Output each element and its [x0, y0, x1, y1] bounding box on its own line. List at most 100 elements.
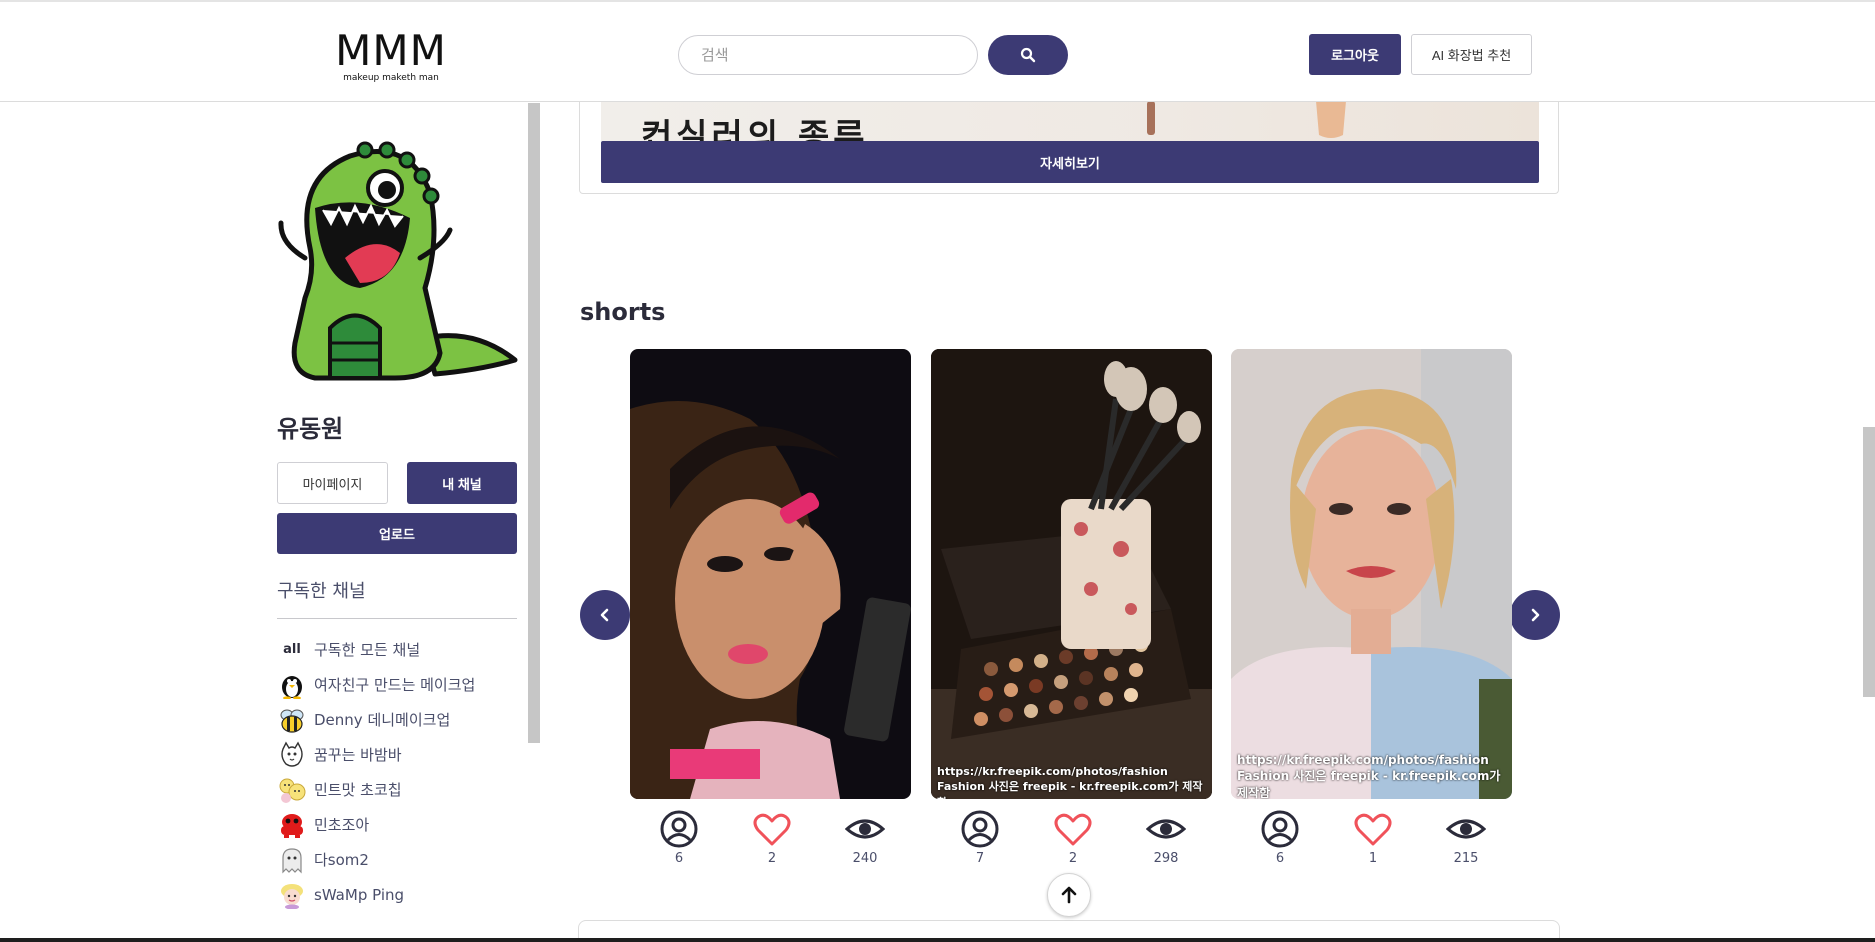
logo-text: MMM	[335, 26, 447, 75]
short-stats: 7 2 298	[931, 809, 1212, 869]
banner-title: 컨실러의 종류	[641, 117, 869, 141]
heart-icon[interactable]	[1053, 809, 1093, 849]
brush-decoration-icon	[1147, 101, 1155, 135]
carousel-next-button[interactable]	[1510, 590, 1560, 640]
channel-label: 민트맛 초코칩	[314, 781, 402, 799]
banner-card: 컨실러의 종류 자세히보기	[579, 101, 1559, 194]
photo-credit: https://kr.freepik.com/photos/fashion Fa…	[937, 765, 1212, 799]
like-stat[interactable]: 2	[742, 809, 802, 866]
credit-text: https://kr.freepik.com/photos/fashion Fa…	[937, 765, 1203, 799]
short-stats: 6 1 215	[1231, 809, 1512, 869]
scroll-to-top-button[interactable]	[1047, 873, 1091, 917]
view-count: 215	[1453, 851, 1479, 866]
channel-item[interactable]: 다som2	[277, 842, 527, 877]
dinosaur-mascot-avatar	[278, 141, 518, 381]
channel-label: 여자친구 만드는 메이크업	[314, 676, 476, 694]
like-count: 1	[1368, 851, 1378, 866]
my-channel-button[interactable]: 내 채널	[407, 462, 517, 504]
credit-text: https://kr.freepik.com/photos/fashion Fa…	[1237, 753, 1501, 799]
channel-item[interactable]: Denny 데니메이크업	[277, 702, 527, 737]
logout-button[interactable]: 로그아웃	[1309, 34, 1401, 75]
user-circle-icon	[1261, 810, 1299, 848]
arrow-up-icon	[1061, 886, 1077, 904]
page-scrollbar[interactable]	[1863, 427, 1875, 697]
logo[interactable]: MMM makeup maketh man	[334, 30, 448, 86]
carousel-prev-button[interactable]	[580, 590, 630, 640]
view-count: 240	[852, 851, 878, 866]
eye-icon	[845, 819, 885, 839]
short-thumbnail[interactable]: https://kr.freepik.com/photos/fashion Fa…	[931, 349, 1212, 799]
channel-label: 꿈꾸는 바밤바	[314, 746, 402, 764]
yellow-character-avatar-icon	[277, 775, 307, 805]
subscriber-stat: 6	[1250, 809, 1310, 866]
bee-avatar-icon	[277, 705, 307, 735]
channel-label: sWaMp Ping	[314, 885, 405, 904]
view-stat: 215	[1436, 809, 1496, 866]
short-card[interactable]: 6 2 240	[630, 349, 911, 866]
search-button[interactable]	[988, 35, 1068, 75]
chevron-right-icon	[1531, 608, 1540, 622]
upload-button[interactable]: 업로드	[277, 513, 517, 554]
channel-label: 구독한 모든 채널	[314, 641, 421, 659]
cat-doodle-avatar-icon	[277, 740, 307, 770]
subscriber-stat: 6	[649, 809, 709, 866]
channel-item[interactable]: 민초조아	[277, 807, 527, 842]
like-count: 2	[767, 851, 777, 866]
view-details-button[interactable]: 자세히보기	[601, 141, 1539, 183]
short-card[interactable]: https://kr.freepik.com/photos/fashion Fa…	[1231, 349, 1512, 866]
sidebar-scrollbar[interactable]	[528, 103, 540, 743]
banner-image: 컨실러의 종류	[601, 101, 1539, 141]
short-thumbnail[interactable]: https://kr.freepik.com/photos/fashion Fa…	[1231, 349, 1512, 799]
eye-icon	[1446, 819, 1486, 839]
short-card[interactable]: https://kr.freepik.com/photos/fashion Fa…	[931, 349, 1212, 866]
channel-item[interactable]: 민트맛 초코칩	[277, 772, 527, 807]
subscriber-count: 6	[1275, 851, 1285, 866]
blonde-character-avatar-icon	[277, 880, 307, 910]
mypage-button[interactable]: 마이페이지	[277, 462, 388, 504]
logo-tagline: makeup maketh man	[343, 73, 439, 83]
all-icon: all	[283, 642, 301, 657]
user-circle-icon	[961, 810, 999, 848]
short-thumbnail[interactable]	[630, 349, 911, 799]
short-stats: 6 2 240	[630, 809, 911, 869]
red-character-avatar-icon	[277, 810, 307, 840]
ai-makeup-recommend-button[interactable]: AI 화장법 추천	[1411, 34, 1532, 75]
search-input[interactable]	[678, 35, 978, 75]
channel-label: Denny 데니메이크업	[314, 711, 451, 729]
subscriber-count: 7	[975, 851, 985, 866]
like-stat[interactable]: 1	[1343, 809, 1403, 866]
sidebar: 유동원 마이페이지 내 채널 업로드 구독한 채널 all 구독한 모든 채널 …	[270, 103, 540, 942]
user-circle-icon	[660, 810, 698, 848]
photo-credit: https://kr.freepik.com/photos/fashion Fa…	[1237, 753, 1512, 799]
search-icon	[1020, 47, 1036, 63]
view-stat: 298	[1136, 809, 1196, 866]
like-count: 2	[1068, 851, 1078, 866]
penguin-avatar-icon	[277, 670, 307, 700]
subscriber-stat: 7	[950, 809, 1010, 866]
bottle-decoration-icon	[1316, 101, 1346, 138]
subscribed-channels-title: 구독한 채널	[277, 581, 366, 602]
subscriber-count: 6	[674, 851, 684, 866]
channel-item[interactable]: 여자친구 만드는 메이크업	[277, 667, 527, 702]
taskbar-strip	[0, 938, 1875, 942]
like-stat[interactable]: 2	[1043, 809, 1103, 866]
main-content: 컨실러의 종류 자세히보기 shorts 6 2 240 https://kr.…	[578, 101, 1560, 942]
shorts-section-title: shorts	[580, 298, 666, 326]
channel-label: 민초조아	[314, 816, 370, 834]
subscribed-channel-list: all 구독한 모든 채널 여자친구 만드는 메이크업 Denny 데니메이크업	[277, 632, 527, 912]
view-count: 298	[1153, 851, 1179, 866]
ghost-avatar-icon	[277, 845, 307, 875]
channel-item[interactable]: 꿈꾸는 바밤바	[277, 737, 527, 772]
channel-label: 다som2	[314, 851, 369, 869]
app-window: MMM makeup maketh man 로그아웃 AI 화장법 추천	[0, 0, 1875, 942]
eye-icon	[1146, 819, 1186, 839]
channel-item[interactable]: sWaMp Ping	[277, 877, 527, 912]
heart-icon[interactable]	[752, 809, 792, 849]
top-header: MMM makeup maketh man 로그아웃 AI 화장법 추천	[0, 0, 1875, 102]
user-name: 유동원	[277, 415, 344, 443]
heart-icon[interactable]	[1353, 809, 1393, 849]
channel-item-all[interactable]: all 구독한 모든 채널	[277, 632, 527, 667]
view-stat: 240	[835, 809, 895, 866]
divider	[277, 618, 517, 619]
chevron-left-icon	[600, 608, 609, 622]
